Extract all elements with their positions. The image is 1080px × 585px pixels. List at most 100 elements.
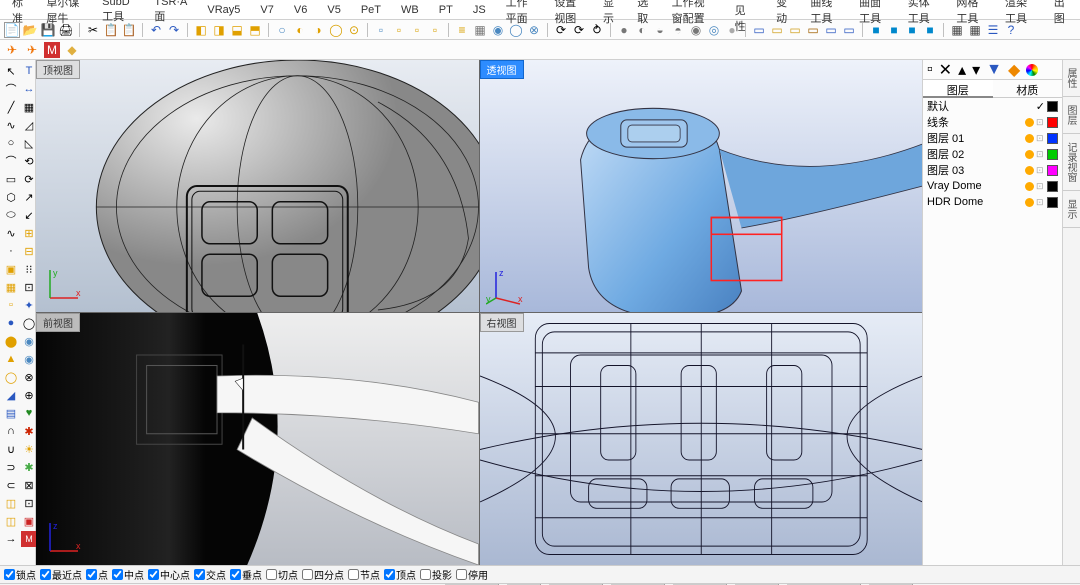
- snap-checkbox[interactable]: [148, 569, 159, 580]
- tool-icon[interactable]: ▫: [391, 22, 407, 38]
- menu-item[interactable]: V7: [250, 2, 283, 18]
- tab-materials[interactable]: 材质: [993, 80, 1063, 98]
- tool-icon[interactable]: ▦: [949, 22, 965, 38]
- tool-icon[interactable]: ■: [922, 22, 938, 38]
- layer-row[interactable]: 图层 03 ⊡: [923, 162, 1062, 178]
- side-tab-props[interactable]: 属性: [1063, 60, 1080, 97]
- tool-icon[interactable]: ▫: [373, 22, 389, 38]
- tool-icon[interactable]: ▦: [472, 22, 488, 38]
- tool-icon[interactable]: ☀: [21, 441, 37, 457]
- tool-icon[interactable]: ⟳: [553, 22, 569, 38]
- tool-icon[interactable]: ▫: [427, 22, 443, 38]
- bulb-icon[interactable]: [1025, 134, 1034, 143]
- point-tool-icon[interactable]: ·: [3, 243, 19, 259]
- lock-icon[interactable]: ⊡: [1036, 166, 1045, 175]
- snap-checkbox[interactable]: [230, 569, 241, 580]
- layer-row[interactable]: 图层 01 ⊡: [923, 130, 1062, 146]
- color-swatch[interactable]: [1047, 133, 1058, 144]
- shade-icon[interactable]: ●: [724, 22, 740, 38]
- tool-icon[interactable]: ▦: [967, 22, 983, 38]
- tool-icon[interactable]: ⊙: [346, 22, 362, 38]
- plane-icon[interactable]: ✈: [4, 42, 20, 58]
- box-tool-icon[interactable]: ▫: [3, 297, 19, 313]
- tool-icon[interactable]: ▭: [769, 22, 785, 38]
- menu-item[interactable]: WB: [391, 2, 429, 18]
- ellipse-tool-icon[interactable]: ⬭: [3, 207, 19, 223]
- dim-tool-icon[interactable]: ↔: [21, 81, 37, 97]
- snap-toggle[interactable]: 中心点: [148, 567, 190, 582]
- side-tab-layers[interactable]: 图层: [1063, 97, 1080, 134]
- sphere-tool-icon[interactable]: ●: [3, 315, 19, 331]
- tool-icon[interactable]: ■: [886, 22, 902, 38]
- tool-icon[interactable]: ∩: [3, 423, 19, 439]
- menu-item[interactable]: JS: [463, 2, 496, 18]
- tool-icon[interactable]: ◨: [211, 22, 227, 38]
- shade-icon[interactable]: ◒: [652, 22, 668, 38]
- tool-icon[interactable]: ⊃: [3, 459, 19, 475]
- tool-icon[interactable]: ▭: [841, 22, 857, 38]
- tool-icon[interactable]: ∪: [3, 441, 19, 457]
- tab-layers[interactable]: 图层: [923, 80, 993, 98]
- tool-icon[interactable]: ⊡: [21, 495, 37, 511]
- tool-icon[interactable]: ▭: [787, 22, 803, 38]
- viewport-right[interactable]: 右视图: [480, 313, 923, 565]
- cylinder-tool-icon[interactable]: ⬤: [3, 333, 19, 349]
- viewport-top[interactable]: 顶视图: [36, 60, 479, 312]
- tool-icon[interactable]: ▦: [3, 279, 19, 295]
- lock-icon[interactable]: ⊡: [1036, 182, 1045, 191]
- tool-icon[interactable]: ◑: [310, 22, 326, 38]
- bulb-icon[interactable]: [1025, 182, 1034, 191]
- tool-icon[interactable]: ✦: [21, 297, 37, 313]
- snap-checkbox[interactable]: [86, 569, 97, 580]
- tool-icon[interactable]: ◯: [328, 22, 344, 38]
- tool-icon[interactable]: ▭: [805, 22, 821, 38]
- torus-tool-icon[interactable]: ◯: [3, 369, 19, 385]
- tool-icon[interactable]: ↗: [21, 189, 37, 205]
- shade-icon[interactable]: ◎: [706, 22, 722, 38]
- tool-icon[interactable]: ⊞: [21, 225, 37, 241]
- layer-row[interactable]: HDR Dome ⊡: [923, 194, 1062, 210]
- snap-toggle[interactable]: 切点: [266, 567, 298, 582]
- tool-icon[interactable]: ⟳: [21, 171, 37, 187]
- tool-icon[interactable]: ◿: [21, 117, 37, 133]
- snap-toggle[interactable]: 四分点: [302, 567, 344, 582]
- layers-icon[interactable]: ≡: [454, 22, 470, 38]
- shade-icon[interactable]: ◐: [634, 22, 650, 38]
- lock-icon[interactable]: ⊡: [1036, 134, 1045, 143]
- tool-icon[interactable]: ⊟: [21, 243, 37, 259]
- tool-icon[interactable]: ○: [274, 22, 290, 38]
- color-wheel-icon[interactable]: [1026, 64, 1038, 76]
- array-tool-icon[interactable]: ⁝⁝: [21, 261, 37, 277]
- tool-icon[interactable]: ■: [868, 22, 884, 38]
- snap-checkbox[interactable]: [266, 569, 277, 580]
- side-tab-views[interactable]: 记录视窗: [1063, 134, 1080, 191]
- shade-icon[interactable]: ◓: [670, 22, 686, 38]
- tool-icon[interactable]: ◧: [193, 22, 209, 38]
- tool-icon[interactable]: ⊂: [3, 477, 19, 493]
- tool-icon[interactable]: ♥: [21, 405, 37, 421]
- tool-icon[interactable]: ◉: [21, 333, 37, 349]
- tool-icon[interactable]: ◫: [3, 513, 19, 529]
- side-tab-display[interactable]: 显示: [1063, 191, 1080, 228]
- tool-icon[interactable]: ▣: [3, 261, 19, 277]
- new-layer-icon[interactable]: ▫: [927, 61, 933, 79]
- snap-toggle[interactable]: 交点: [194, 567, 226, 582]
- bulb-icon[interactable]: [1025, 198, 1034, 207]
- open-icon[interactable]: 📂: [22, 22, 38, 38]
- tool-icon[interactable]: ◺: [21, 135, 37, 151]
- tool-icon[interactable]: ▤: [3, 405, 19, 421]
- snap-toggle[interactable]: 点: [86, 567, 108, 582]
- polyline-tool-icon[interactable]: ∿: [3, 117, 19, 133]
- tool-icon[interactable]: ⥁: [589, 22, 605, 38]
- mail-icon[interactable]: M: [21, 531, 37, 547]
- tool-icon[interactable]: ◐: [292, 22, 308, 38]
- snap-toggle[interactable]: 垂点: [230, 567, 262, 582]
- tool-icon[interactable]: ▭: [751, 22, 767, 38]
- tool-icon[interactable]: ⟲: [21, 153, 37, 169]
- color-swatch[interactable]: [1047, 117, 1058, 128]
- circle-tool-icon[interactable]: ○: [3, 135, 19, 151]
- new-icon[interactable]: 📄: [4, 22, 20, 38]
- plane-icon[interactable]: ✈: [24, 42, 40, 58]
- shade-icon[interactable]: ●: [616, 22, 632, 38]
- lock-icon[interactable]: ⊡: [1036, 118, 1045, 127]
